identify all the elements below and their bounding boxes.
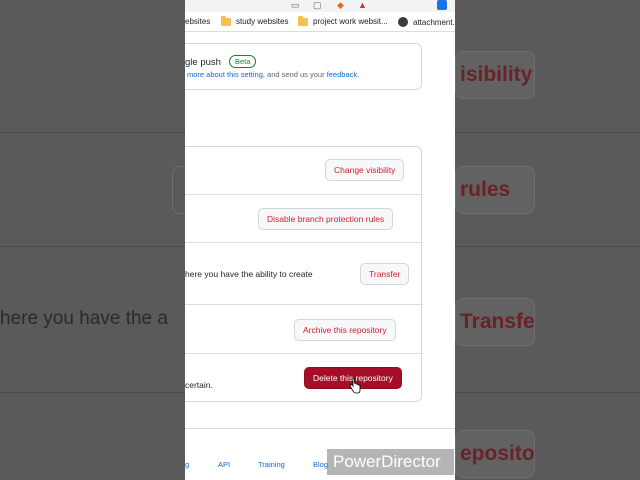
- disable-branch-protection-button[interactable]: Disable branch protection rules: [258, 208, 394, 230]
- beta-badge: Beta: [229, 55, 257, 68]
- powerdirector-watermark: PowerDirector: [327, 449, 454, 475]
- profile-icon[interactable]: [437, 0, 447, 10]
- footer-link[interactable]: g: [185, 460, 189, 469]
- hand-cursor-icon: [349, 378, 361, 394]
- bookmark-item[interactable]: attachment...: [398, 17, 455, 27]
- row-divider: [185, 353, 423, 354]
- background-repository-button: epository: [455, 430, 535, 478]
- extension-icon[interactable]: ▢: [313, 0, 322, 11]
- row-divider: [185, 194, 423, 195]
- bookmark-item[interactable]: project work websit...: [298, 15, 388, 26]
- bookmark-label: study websites: [236, 17, 289, 26]
- background-divider: [0, 132, 185, 133]
- background-right-panel: isibility rules Transfer epository: [455, 0, 640, 480]
- learn-more-link[interactable]: more about this setting: [187, 70, 263, 79]
- browser-toolbar: ▭ ▢ ◆ ▲: [185, 0, 455, 12]
- feedback-link[interactable]: feedback: [327, 70, 357, 79]
- footer-link-api[interactable]: API: [218, 460, 230, 469]
- delete-description: certain.: [185, 380, 213, 390]
- bookmark-label: attachment...: [413, 17, 455, 27]
- row-divider: [185, 304, 423, 305]
- background-transfer-button: Transfer: [455, 298, 535, 346]
- adblock-icon[interactable]: ▲: [358, 0, 367, 10]
- bookmark-item[interactable]: study websites: [221, 15, 289, 26]
- bookmarks-bar: ebsites study websites project work webs…: [185, 12, 455, 32]
- archive-repository-button[interactable]: Archive this repository: [294, 319, 396, 341]
- globe-icon: [398, 17, 408, 27]
- background-divider: [455, 392, 640, 393]
- folder-icon: [221, 15, 231, 26]
- background-divider: [455, 132, 640, 133]
- footer-divider: [185, 428, 455, 429]
- setting-title: gle push: [185, 57, 221, 68]
- bookmark-label: project work websit...: [313, 17, 388, 26]
- background-button-edge: [172, 166, 186, 214]
- bookmark-label: ebsites: [185, 17, 211, 26]
- setting-description: more about this setting, and send us you…: [187, 70, 359, 79]
- footer-link-training[interactable]: Training: [258, 460, 285, 469]
- footer-link-blog[interactable]: Blog: [313, 460, 328, 469]
- background-transfer-text: here you have the a: [0, 308, 168, 329]
- background-left-panel: here you have the a: [0, 0, 185, 480]
- folder-icon: [298, 15, 308, 26]
- brave-shield-icon[interactable]: ◆: [337, 0, 344, 11]
- change-visibility-button[interactable]: Change visibility: [325, 159, 405, 181]
- transfer-button[interactable]: Transfer: [360, 263, 410, 285]
- background-divider: [0, 246, 185, 247]
- background-visibility-button: isibility: [455, 51, 535, 99]
- background-divider: [455, 246, 640, 247]
- description-text: .: [357, 70, 360, 79]
- row-divider: [185, 242, 423, 243]
- background-divider: [0, 392, 185, 393]
- bookmark-item[interactable]: ebsites: [185, 17, 210, 26]
- background-rules-button: rules: [455, 166, 535, 214]
- transfer-description: here you have the ability to create: [185, 269, 313, 279]
- screenshot-icon[interactable]: ▭: [291, 0, 300, 11]
- browser-window: ▭ ▢ ◆ ▲ ebsites study websites project w…: [185, 0, 455, 480]
- description-text: , and send us your: [262, 70, 327, 79]
